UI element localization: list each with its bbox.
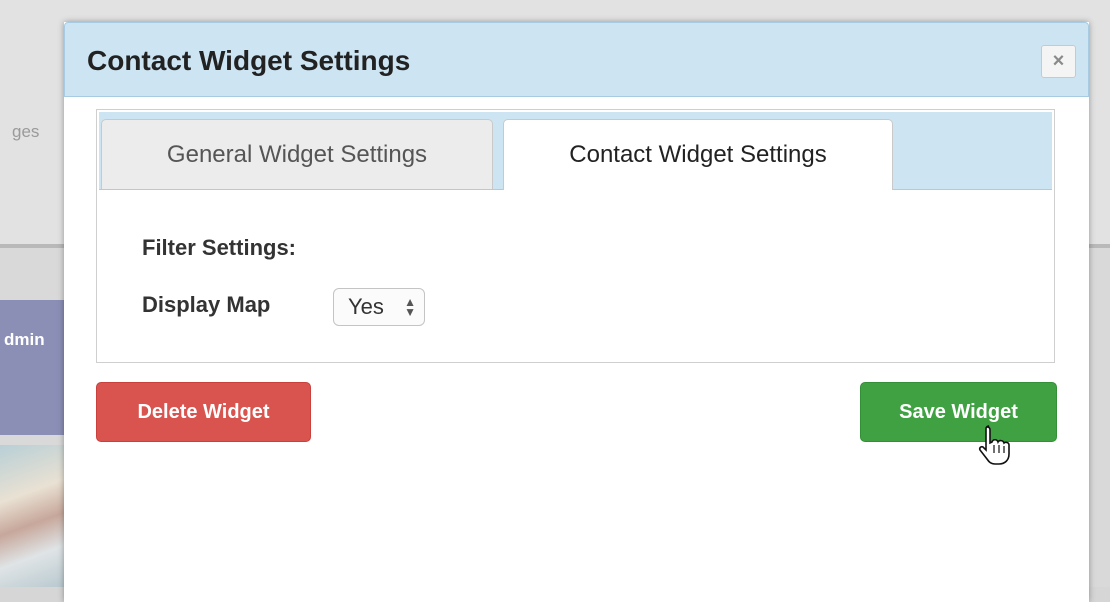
tab-bar: General Widget Settings Contact Widget S… xyxy=(99,112,1052,190)
dialog-header: Contact Widget Settings × xyxy=(64,22,1089,97)
tab-panel: General Widget Settings Contact Widget S… xyxy=(96,109,1055,363)
close-button[interactable]: × xyxy=(1041,45,1076,78)
close-icon: × xyxy=(1052,50,1065,72)
display-map-label: Display Map xyxy=(142,292,271,317)
select-updown-icon: ▲ ▼ xyxy=(404,295,416,319)
hand-pointer-icon xyxy=(978,425,1010,465)
display-map-selected-value: Yes xyxy=(348,294,384,319)
tab-general-widget-settings[interactable]: General Widget Settings xyxy=(101,119,493,189)
background-nav-text: dmin xyxy=(4,330,45,349)
save-widget-button[interactable]: Save Widget xyxy=(860,382,1057,442)
widget-settings-dialog: Contact Widget Settings × General Widget… xyxy=(64,22,1089,602)
tab-contact-widget-settings[interactable]: Contact Widget Settings xyxy=(503,119,893,190)
display-map-select[interactable]: Yes ▲ ▼ xyxy=(333,288,425,326)
dialog-title: Contact Widget Settings xyxy=(87,45,411,76)
background-text-fragment: ges xyxy=(12,122,40,141)
filter-settings-heading: Filter Settings: xyxy=(142,235,297,260)
delete-widget-button[interactable]: Delete Widget xyxy=(96,382,311,442)
background-nav-panel xyxy=(0,300,64,435)
background-image xyxy=(0,445,64,587)
